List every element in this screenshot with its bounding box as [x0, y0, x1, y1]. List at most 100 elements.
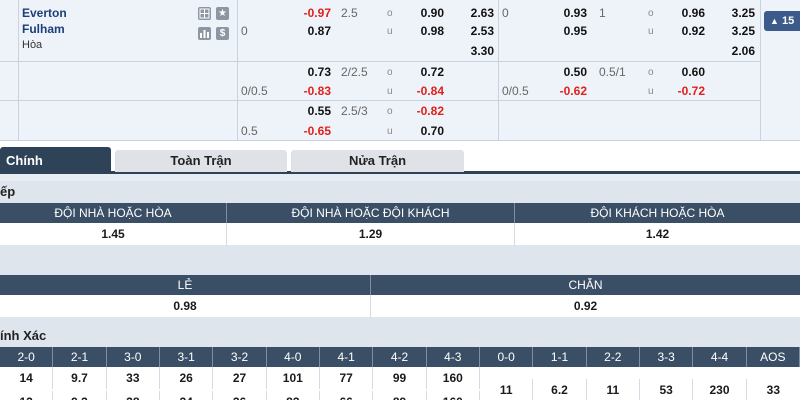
ft-hdp-home-odd-2[interactable]: 0.73 — [290, 65, 331, 79]
ht-ou-line-2: 0.5/1 — [599, 65, 626, 79]
odd-even-header: LẺ CHẴN — [0, 275, 800, 295]
away-team[interactable]: Fulham — [22, 22, 65, 36]
ft-ou-line: 2.5 — [341, 6, 358, 20]
correct-score-title: ính Xác — [0, 325, 800, 347]
score-odd[interactable]: 26 — [160, 367, 214, 389]
score-odd[interactable]: 14 — [0, 367, 54, 389]
ft-under-odd-2[interactable]: -0.84 — [400, 84, 444, 98]
score-odd[interactable]: 83 — [267, 391, 320, 400]
score-header: 1-1 — [533, 347, 587, 367]
ht-1x2-home[interactable]: 3.25 — [716, 6, 755, 20]
more-markets-button[interactable]: ▲ 15 — [764, 11, 800, 31]
ht-over-odd-2[interactable]: 0.60 — [663, 65, 705, 79]
score-odd[interactable]: 9.3 — [53, 391, 107, 400]
odd-value[interactable]: 0.98 — [0, 295, 371, 317]
chart-icon[interactable] — [198, 7, 211, 20]
score-header: 2-2 — [587, 347, 640, 367]
score-odd[interactable]: 33 — [747, 379, 800, 400]
ht-over-label-2: o — [648, 67, 654, 78]
ft-hdp-away-odd[interactable]: 0.87 — [290, 24, 331, 38]
tab-full-match[interactable]: Toàn Trận — [115, 150, 287, 172]
score-odd[interactable]: 11 — [480, 379, 534, 400]
double-chance-header: ĐỘI NHÀ HOẶC HÒA ĐỘI NHÀ HOẶC ĐỘI KHÁCH … — [0, 203, 800, 223]
ht-hdp-line-2: 0/0.5 — [502, 84, 529, 98]
ht-1x2-away[interactable]: 3.25 — [716, 24, 755, 38]
ht-over-odd[interactable]: 0.96 — [663, 6, 705, 20]
double-chance-title: ếp — [0, 181, 800, 203]
correct-score-values: 149.73326271017799160129.328242683668916… — [0, 367, 800, 400]
score-odd[interactable]: 27 — [213, 367, 267, 389]
score-odd[interactable]: 53 — [640, 379, 694, 400]
score-header: 3-1 — [160, 347, 214, 367]
star-icon[interactable]: ★ — [216, 7, 229, 20]
score-header: 3-2 — [213, 347, 267, 367]
score-header: 0-0 — [480, 347, 534, 367]
section-spacer-2 — [0, 317, 800, 325]
odd-home-or-away[interactable]: 1.29 — [227, 223, 515, 245]
under-label: u — [387, 26, 393, 37]
score-odd[interactable]: 160 — [427, 367, 480, 389]
score-odd[interactable]: 99 — [373, 367, 427, 389]
ht-under-odd[interactable]: 0.92 — [663, 24, 705, 38]
header-even: CHẴN — [568, 278, 603, 292]
tab-half-match[interactable]: Nửa Trận — [291, 150, 464, 172]
score-odd[interactable]: 12 — [0, 391, 54, 400]
score-odd[interactable]: 230 — [693, 379, 747, 400]
score-header: 2-1 — [53, 347, 107, 367]
ht-under-odd-2[interactable]: -0.72 — [663, 84, 705, 98]
score-odd[interactable]: 24 — [160, 391, 214, 400]
ft-1x2-home[interactable]: 2.63 — [455, 6, 494, 20]
market-tabs: Chính Toàn Trận Nửa Trận — [0, 141, 800, 174]
odd-home-or-draw[interactable]: 1.45 — [0, 223, 227, 245]
bar-chart-icon[interactable] — [198, 27, 211, 40]
tab-main[interactable]: Chính — [0, 147, 111, 174]
score-odd[interactable]: 101 — [267, 367, 320, 389]
ht-hdp-away-odd[interactable]: 0.95 — [546, 24, 587, 38]
ft-1x2-away[interactable]: 2.53 — [455, 24, 494, 38]
ft-ou-line-3: 2.5/3 — [341, 104, 368, 118]
under-label-3: u — [387, 126, 393, 137]
ft-hdp-home-odd[interactable]: -0.97 — [290, 6, 331, 20]
ht-under-label: u — [648, 26, 654, 37]
ft-hdp-home-odd-3[interactable]: 0.55 — [290, 104, 331, 118]
section-spacer — [0, 245, 800, 275]
score-odd[interactable]: 66 — [320, 391, 374, 400]
even-value[interactable]: 0.92 — [371, 295, 800, 317]
ft-under-odd[interactable]: 0.98 — [400, 24, 444, 38]
ft-hdp-away-odd-3[interactable]: -0.65 — [290, 124, 331, 138]
correct-score-header: 2-0 2-1 3-0 3-1 3-2 4-0 4-1 4-2 4-3 0-0 1-1 2-2 3-3 4… — [0, 347, 800, 367]
ft-over-odd[interactable]: 0.90 — [400, 6, 444, 20]
ft-over-odd-2[interactable]: 0.72 — [400, 65, 444, 79]
score-odd[interactable]: 6.2 — [533, 379, 587, 400]
header-home-or-draw: ĐỘI NHÀ HOẶC HÒA — [0, 203, 227, 223]
score-odd[interactable]: 28 — [107, 391, 160, 400]
odd-away-or-draw[interactable]: 1.42 — [515, 223, 800, 245]
odd-even-values: 0.98 0.92 — [0, 295, 800, 317]
ft-1x2-draw[interactable]: 3.30 — [455, 44, 494, 58]
more-markets-count: 15 — [781, 15, 795, 27]
home-team[interactable]: Everton — [22, 6, 67, 20]
ft-hdp-away-odd-2[interactable]: -0.83 — [290, 84, 331, 98]
score-odd[interactable]: 26 — [213, 391, 267, 400]
ht-hdp-home-odd[interactable]: 0.93 — [546, 6, 587, 20]
ht-hdp-away-odd-2[interactable]: -0.62 — [546, 84, 587, 98]
score-header: AOS — [747, 347, 800, 367]
score-odd[interactable]: 11 — [587, 379, 640, 400]
score-odd[interactable]: 89 — [373, 391, 427, 400]
ft-hdp-line-2: 0/0.5 — [241, 84, 268, 98]
score-odd[interactable]: 160 — [427, 391, 480, 400]
ft-over-odd-3[interactable]: -0.82 — [400, 104, 444, 118]
ht-over-label: o — [648, 8, 654, 19]
chevron-up-icon: ▲ — [770, 16, 779, 26]
dollar-icon[interactable]: $ — [216, 27, 229, 40]
double-chance-values: 1.45 1.29 1.42 — [0, 223, 800, 245]
score-odd[interactable]: 9.7 — [53, 367, 107, 389]
ht-hdp-home-odd-2[interactable]: 0.50 — [546, 65, 587, 79]
ht-1x2-draw[interactable]: 2.06 — [716, 44, 755, 58]
header-away-or-draw: ĐỘI KHÁCH HOẶC HÒA — [590, 206, 725, 220]
score-header: 3-3 — [640, 347, 694, 367]
score-odd[interactable]: 33 — [107, 367, 160, 389]
score-odd[interactable]: 77 — [320, 367, 374, 389]
ft-hdp-line: 0 — [241, 24, 248, 38]
ft-under-odd-3[interactable]: 0.70 — [400, 124, 444, 138]
